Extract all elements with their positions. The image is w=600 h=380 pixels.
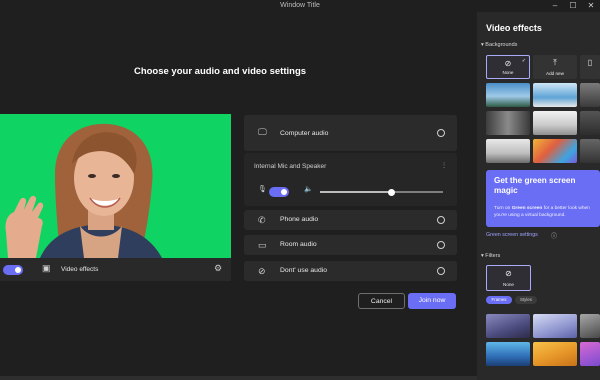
background-none-tile[interactable]: ⊘ ✓ None bbox=[486, 55, 530, 79]
background-tile[interactable] bbox=[580, 139, 600, 163]
panel-title: Video effects bbox=[486, 23, 542, 33]
background-tile[interactable] bbox=[486, 83, 530, 107]
no-audio-radio[interactable] bbox=[437, 267, 445, 275]
filter-tile[interactable] bbox=[580, 342, 600, 366]
background-tile[interactable] bbox=[533, 139, 577, 163]
maximize-icon[interactable]: ☐ bbox=[564, 0, 582, 12]
checkmark-icon: ✓ bbox=[521, 58, 526, 64]
microphone-toggle[interactable] bbox=[269, 187, 289, 197]
horizontal-scrollbar[interactable] bbox=[0, 376, 477, 380]
background-tile[interactable] bbox=[533, 83, 577, 107]
computer-icon: 🖵 bbox=[258, 127, 267, 137]
camera-toggle[interactable] bbox=[3, 265, 23, 275]
video-effects-label[interactable]: Video effects bbox=[61, 266, 98, 273]
computer-audio-label: Computer audio bbox=[280, 130, 329, 137]
computer-audio-radio[interactable] bbox=[437, 129, 445, 137]
filters-label: Filters bbox=[485, 253, 501, 259]
no-audio-option[interactable]: ⊘ Dont' use audio bbox=[244, 261, 457, 281]
video-effects-icon[interactable]: ▣ bbox=[42, 263, 51, 274]
tab-styles[interactable]: Styles bbox=[515, 296, 537, 304]
cancel-button[interactable]: Cancel bbox=[358, 293, 405, 309]
no-audio-icon: ⊘ bbox=[258, 266, 266, 276]
filter-tile[interactable] bbox=[533, 342, 577, 366]
backgrounds-label: Backgrounds bbox=[485, 42, 518, 48]
green-screen-promo-card: Get the green screen magic Turn on Green… bbox=[486, 170, 600, 227]
filter-tile[interactable] bbox=[533, 314, 577, 338]
promo-title: Get the green screen magic bbox=[494, 176, 576, 195]
add-new-label: Add new bbox=[546, 71, 564, 76]
phone-icon: ✆ bbox=[258, 215, 266, 225]
background-tile[interactable] bbox=[580, 111, 600, 135]
background-tile[interactable] bbox=[486, 139, 530, 163]
filters-section-label[interactable]: ▾ Filters bbox=[481, 253, 500, 259]
device-settings-icon[interactable]: ⫶ bbox=[443, 161, 445, 171]
green-screen-settings-link[interactable]: Green screen settings bbox=[486, 232, 538, 238]
background-tile-partial[interactable]: ▯ bbox=[580, 55, 600, 79]
join-now-button[interactable]: Join now bbox=[408, 293, 456, 309]
filter-tile[interactable] bbox=[486, 342, 530, 366]
person-image bbox=[5, 123, 162, 258]
microphone-icon: 🎙 bbox=[258, 186, 267, 193]
background-preset-icon: ▯ bbox=[587, 58, 593, 67]
room-monitor-icon: ▭ bbox=[258, 240, 267, 250]
backgrounds-section-label[interactable]: ▾ Backgrounds bbox=[481, 42, 517, 48]
volume-slider-thumb[interactable] bbox=[387, 188, 395, 196]
filter-none-label: None bbox=[503, 282, 514, 287]
room-audio-label: Room audio bbox=[280, 241, 317, 248]
close-icon[interactable]: ✕ bbox=[582, 0, 600, 12]
background-tile[interactable] bbox=[533, 111, 577, 135]
settings-gear-icon[interactable]: ⚙ bbox=[214, 263, 222, 274]
video-preview bbox=[0, 114, 231, 258]
minimize-icon[interactable]: – bbox=[546, 0, 564, 12]
device-name: Internal Mic and Speaker bbox=[254, 163, 327, 170]
background-tile[interactable] bbox=[486, 111, 530, 135]
window-title: Window Title bbox=[280, 2, 320, 9]
phone-audio-label: Phone audio bbox=[280, 216, 319, 223]
title-bar: Window Title – ☐ ✕ bbox=[0, 0, 600, 12]
room-audio-option[interactable]: ▭ Room audio bbox=[244, 235, 457, 255]
filter-none-tile[interactable]: ⊘ None bbox=[486, 265, 531, 291]
page-title: Choose your audio and video settings bbox=[133, 66, 307, 77]
promo-body-text: Turn on bbox=[494, 206, 512, 211]
room-audio-radio[interactable] bbox=[437, 241, 445, 249]
no-audio-label: Dont' use audio bbox=[280, 267, 328, 274]
add-new-background-tile[interactable]: ⤒ Add new bbox=[533, 55, 577, 79]
promo-body-emphasis: Green screen bbox=[511, 206, 543, 211]
info-icon[interactable]: ⓘ bbox=[551, 231, 557, 240]
tab-frames[interactable]: Frames bbox=[486, 296, 512, 304]
speaker-icon: 🔈 bbox=[304, 186, 313, 193]
none-icon: ⊘ bbox=[505, 269, 512, 278]
filter-tile[interactable] bbox=[580, 314, 600, 338]
volume-slider-fill bbox=[320, 191, 392, 193]
upload-icon: ⤒ bbox=[553, 58, 557, 67]
video-controls-bar: ▣ Video effects ⚙ bbox=[0, 258, 231, 281]
computer-audio-option[interactable]: 🖵 Computer audio bbox=[244, 115, 457, 151]
device-settings: Internal Mic and Speaker ⫶ 🎙 🔈 bbox=[244, 153, 457, 206]
background-tile[interactable] bbox=[580, 83, 600, 107]
promo-body: Turn on Green screen for a better look w… bbox=[494, 205, 600, 219]
phone-audio-option[interactable]: ✆ Phone audio bbox=[244, 210, 457, 230]
phone-audio-radio[interactable] bbox=[437, 216, 445, 224]
filter-tile[interactable] bbox=[486, 314, 530, 338]
none-label: None bbox=[502, 70, 514, 75]
